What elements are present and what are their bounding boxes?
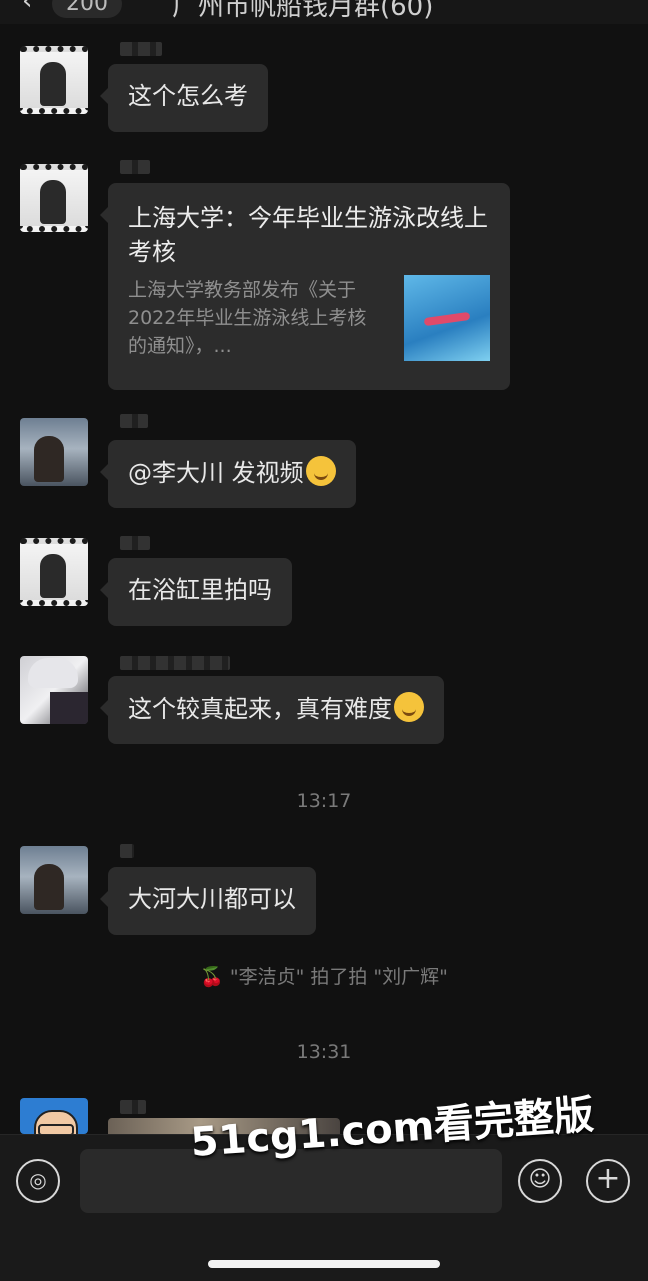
timestamp: 13:17 — [296, 790, 352, 812]
sender-name — [120, 414, 148, 428]
thinking-emoji-icon — [305, 456, 336, 486]
link-card-title: 上海大学：今年毕业生游泳改线上考核 — [128, 204, 488, 266]
home-indicator — [208, 1260, 440, 1268]
avatar[interactable] — [20, 46, 88, 114]
message-text: 在浴缸里拍吗 — [128, 576, 272, 604]
sender-name — [120, 160, 150, 174]
cherry-icon: 🍒 — [200, 966, 224, 988]
laughing-emoji-icon — [394, 692, 424, 722]
sender-name — [120, 536, 150, 550]
message-bubble[interactable]: 这个较真起来，真有难度 — [100, 676, 444, 744]
message-text: 大河大川都可以 — [128, 885, 296, 913]
message-bubble[interactable]: 在浴缸里拍吗 — [100, 558, 292, 626]
link-card-description: 上海大学教务部发布《关于2022年毕业生游泳线上考核的通知》，... — [128, 279, 367, 357]
message-text: 这个怎么考 — [128, 82, 248, 110]
link-card[interactable]: 上海大学：今年毕业生游泳改线上考核 上海大学教务部发布《关于2022年毕业生游泳… — [100, 183, 510, 390]
sender-name — [120, 844, 134, 858]
sender-name — [120, 42, 162, 56]
timestamp: 13:31 — [296, 1041, 352, 1063]
message-bubble[interactable]: 这个怎么考 — [100, 64, 268, 132]
message-bubble[interactable]: @李大川 发视频 — [100, 440, 356, 508]
chat-title: 广州市帆船钱月群(60) — [172, 0, 434, 22]
chat-header: ‹ 200 广州市帆船钱月群(60) — [0, 0, 648, 24]
chevron-left-icon[interactable]: ‹ — [22, 0, 32, 16]
message-bubble[interactable]: 大河大川都可以 — [100, 867, 316, 935]
avatar[interactable] — [20, 418, 88, 486]
avatar[interactable] — [20, 538, 88, 606]
voice-icon[interactable]: ◎ — [16, 1159, 60, 1203]
avatar[interactable] — [20, 164, 88, 232]
sender-name — [120, 1100, 146, 1114]
system-notice: 🍒 "李洁贞" 拍了拍 "刘广辉" — [0, 962, 648, 989]
system-notice-text: "李洁贞" 拍了拍 "刘广辉" — [223, 966, 448, 988]
smile-icon[interactable]: ☺ — [518, 1159, 562, 1203]
link-card-thumbnail — [404, 275, 490, 361]
plus-icon[interactable]: + — [586, 1159, 630, 1203]
sender-name — [120, 656, 230, 670]
avatar[interactable] — [20, 1098, 88, 1134]
avatar[interactable] — [20, 846, 88, 914]
message-text: 这个较真起来，真有难度 — [128, 695, 392, 723]
unread-count-badge[interactable]: 200 — [52, 0, 122, 18]
avatar[interactable] — [20, 656, 88, 724]
message-text: @李大川 发视频 — [128, 459, 304, 487]
